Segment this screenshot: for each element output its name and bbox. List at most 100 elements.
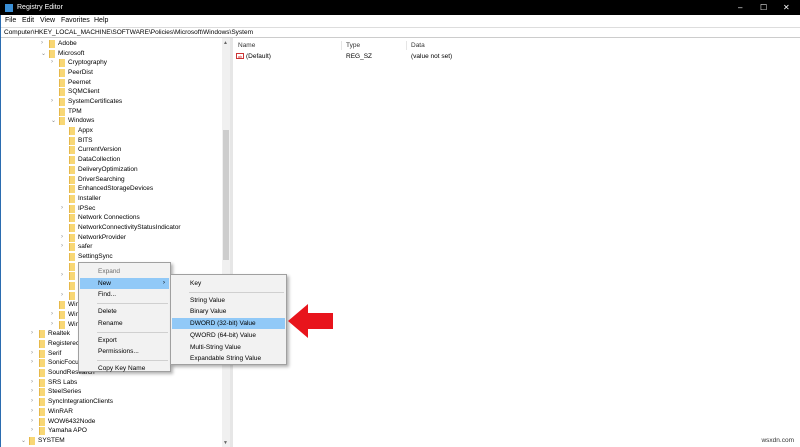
menu-item-key[interactable]: Key — [172, 278, 285, 289]
tree-item[interactable]: CurrentVersion — [1, 145, 222, 155]
expand-chevron-icon[interactable]: › — [31, 408, 33, 414]
tree-item[interactable]: › WOW6432Node — [1, 417, 222, 426]
folder-icon — [29, 436, 35, 445]
menu-item-dword-32-bit-value[interactable]: DWORD (32-bit) Value — [172, 318, 285, 330]
tree-item[interactable]: ⌄ Microsoft — [1, 49, 222, 58]
tree-item-label: SettingSync — [78, 252, 113, 260]
menu-item-label: Find... — [98, 291, 117, 299]
tree-item[interactable]: TPM — [1, 107, 222, 116]
tree-item-label: DataCollection — [78, 156, 121, 164]
collapse-chevron-icon[interactable]: ⌄ — [41, 50, 46, 57]
menu-item-delete[interactable]: Delete — [80, 306, 169, 317]
tree-item[interactable]: › safer — [1, 242, 222, 252]
tree-item[interactable]: Peernet — [1, 78, 222, 87]
folder-icon — [69, 127, 75, 136]
expand-chevron-icon[interactable]: › — [61, 205, 63, 211]
expand-chevron-icon[interactable]: › — [51, 311, 53, 317]
menu-item-expandable-string-value[interactable]: Expandable String Value — [172, 353, 285, 364]
collapse-chevron-icon[interactable]: ⌄ — [21, 437, 26, 444]
menu-separator — [97, 331, 168, 333]
tree-item[interactable]: › NetworkProvider — [1, 233, 222, 242]
expand-chevron-icon[interactable]: › — [31, 398, 33, 404]
tree-item[interactable]: ⌄ SYSTEM — [1, 436, 222, 445]
tree-item[interactable]: SQMClient — [1, 87, 222, 97]
tree-item[interactable]: NetworkConnectivityStatusIndicator — [1, 223, 222, 232]
collapse-chevron-icon[interactable]: ⌄ — [51, 117, 56, 124]
tree-item[interactable]: Installer — [1, 194, 222, 203]
expand-chevron-icon[interactable]: › — [31, 379, 33, 385]
expand-chevron-icon[interactable]: › — [51, 59, 53, 65]
tree-item[interactable]: › Yamaha APO — [1, 426, 222, 436]
menu-favorites[interactable]: Favorites — [61, 17, 90, 24]
expand-chevron-icon[interactable]: › — [51, 98, 53, 104]
tree-item[interactable]: DeliveryOptimization — [1, 165, 222, 174]
expand-chevron-icon[interactable]: › — [31, 427, 33, 433]
tree-item[interactable]: BITS — [1, 136, 222, 145]
menu-edit[interactable]: Edit — [22, 17, 34, 24]
menu-help[interactable]: Help — [94, 17, 108, 24]
menu-item-export[interactable]: Export — [80, 335, 169, 346]
tree-item[interactable]: › WinRAR — [1, 407, 222, 416]
column-header-data[interactable]: Data — [411, 42, 425, 49]
tree-item-label: Serif — [48, 349, 62, 357]
tree-item[interactable]: ⌄ Windows — [1, 116, 222, 126]
folder-icon — [59, 301, 65, 310]
window-title: Registry Editor — [17, 4, 63, 11]
folder-icon — [39, 398, 45, 407]
expand-chevron-icon[interactable]: › — [31, 388, 33, 394]
tree-item[interactable]: › SRS Labs — [1, 378, 222, 387]
menu-view[interactable]: View — [40, 17, 55, 24]
column-header-name[interactable]: Name — [238, 42, 255, 49]
expand-chevron-icon[interactable]: › — [61, 272, 63, 278]
menu-item-new[interactable]: New › — [80, 277, 169, 289]
tree-item[interactable]: › Cryptography — [1, 58, 222, 68]
folder-icon — [69, 146, 75, 155]
menu-item-copy-key-name[interactable]: Copy Key Name — [80, 363, 169, 374]
expand-chevron-icon[interactable]: › — [31, 418, 33, 424]
tree-item[interactable]: › IPSec — [1, 204, 222, 213]
tree-item[interactable]: › SystemCertificates — [1, 97, 222, 107]
column-header-type[interactable]: Type — [346, 42, 360, 49]
tree-item[interactable]: DriverSearching — [1, 175, 222, 184]
expand-chevron-icon[interactable]: › — [31, 350, 33, 356]
menu-item-rename[interactable]: Rename — [80, 318, 169, 329]
expand-chevron-icon[interactable]: › — [31, 359, 33, 365]
expand-chevron-icon[interactable]: › — [61, 292, 63, 298]
tree-item[interactable]: › SyncIntegrationClients — [1, 397, 222, 407]
expand-chevron-icon[interactable]: › — [51, 321, 53, 327]
tree-item[interactable]: Network Connections — [1, 213, 222, 223]
submenu-arrow-icon: › — [162, 278, 165, 286]
menu-file[interactable]: File — [5, 17, 16, 24]
column-divider[interactable] — [406, 41, 407, 50]
tree-item-label: safer — [78, 243, 93, 251]
maximize-button[interactable]: ☐ — [760, 3, 767, 12]
tree-item[interactable]: DataCollection — [1, 155, 222, 165]
menu-item-binary-value[interactable]: Binary Value — [172, 306, 285, 317]
menu-item-qword-64-bit-value[interactable]: QWORD (64-bit) Value — [172, 330, 285, 341]
address-bar[interactable]: Computer\HKEY_LOCAL_MACHINE\SOFTWARE\Pol… — [0, 27, 800, 38]
close-button[interactable]: ✕ — [783, 3, 790, 12]
expand-chevron-icon[interactable]: › — [61, 234, 63, 240]
tree-item-label: SyncIntegrationClients — [48, 398, 114, 406]
menu-item-multi-string-value[interactable]: Multi-String Value — [172, 342, 285, 353]
column-divider[interactable] — [341, 41, 342, 50]
tree-item[interactable]: PeerDist — [1, 68, 222, 78]
minimize-button[interactable]: – — [738, 3, 742, 12]
expand-chevron-icon[interactable]: › — [61, 243, 63, 249]
menu-item-find[interactable]: Find... — [80, 289, 169, 300]
registry-editor-icon — [5, 4, 13, 12]
tree-item-label: CurrentVersion — [78, 146, 122, 154]
scroll-up-icon[interactable]: ▲ — [223, 40, 228, 46]
menu-item-permissions[interactable]: Permissions... — [80, 346, 169, 357]
scroll-down-icon[interactable]: ▼ — [223, 440, 228, 446]
tree-item[interactable]: Appx — [1, 126, 222, 136]
expand-chevron-icon[interactable]: › — [31, 330, 33, 336]
tree-item[interactable]: › Adobe — [1, 39, 222, 48]
tree-item[interactable]: EnhancedStorageDevices — [1, 184, 222, 194]
tree-item[interactable]: › SteelSeries — [1, 387, 222, 397]
tree-item[interactable]: SettingSync — [1, 252, 222, 261]
menu-item-expand[interactable]: Expand — [80, 266, 169, 277]
menu-item-string-value[interactable]: String Value — [172, 295, 285, 306]
tree-scrollbar-thumb[interactable] — [223, 130, 229, 260]
expand-chevron-icon[interactable]: › — [41, 40, 43, 46]
